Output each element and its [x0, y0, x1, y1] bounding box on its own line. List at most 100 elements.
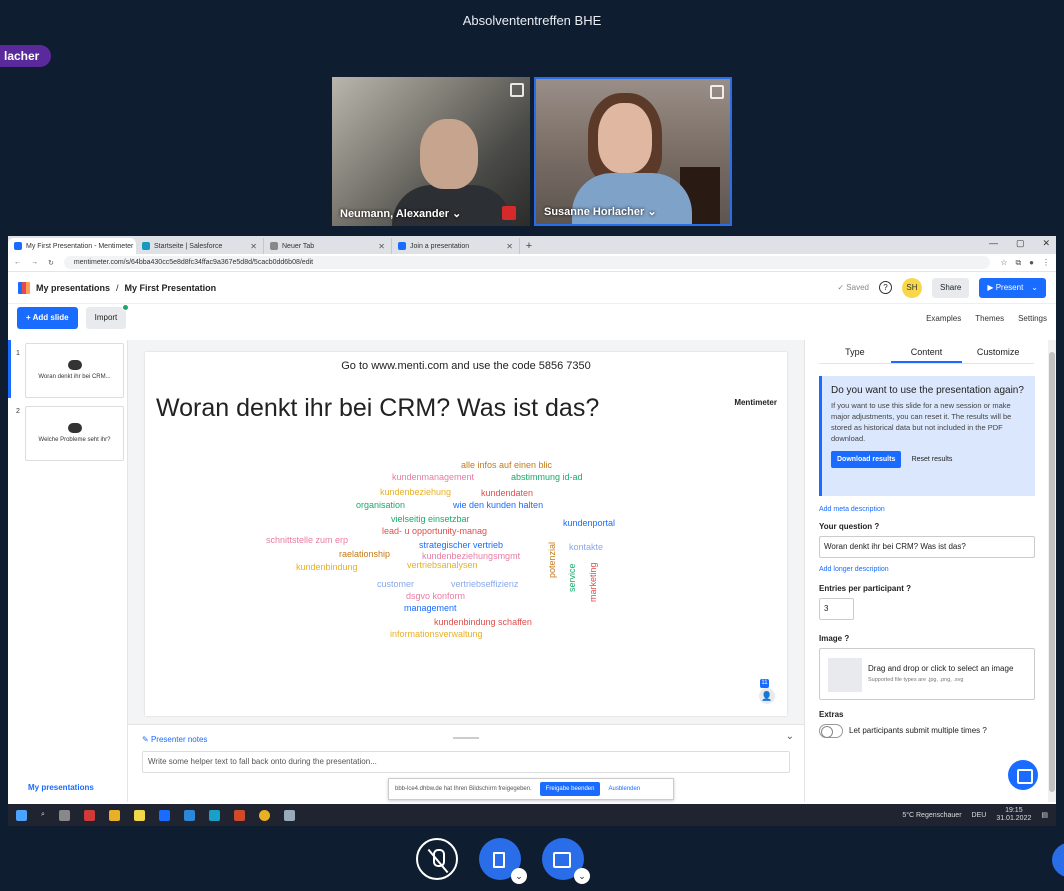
import-button[interactable]: Import [85, 304, 130, 329]
clock[interactable]: 19:15 31.01.2022 [996, 807, 1031, 823]
sticky-notes-icon[interactable] [133, 809, 145, 821]
settings-link[interactable]: Settings [1018, 314, 1047, 323]
examples-link[interactable]: Examples [926, 314, 961, 323]
question-input[interactable]: Woran denkt ihr bei CRM? Was ist das? [819, 536, 1035, 558]
slide-thumbnail[interactable]: Woran denkt ihr bei CRM... [25, 343, 124, 398]
stop-share-button[interactable]: Freigabe beenden [539, 782, 601, 796]
notes-input[interactable]: Write some helper text to fall back onto… [142, 751, 790, 773]
presenter-notes-label[interactable]: ✎ Presenter notes [142, 735, 207, 744]
tab-customize[interactable]: Customize [962, 340, 1034, 363]
outlook-icon[interactable] [158, 809, 170, 821]
close-tab-icon[interactable]: ✕ [506, 242, 513, 251]
close-window-icon[interactable]: ✕ [1042, 238, 1050, 249]
extension-icons: ☆ ⧉ ● ⋮ [1000, 258, 1050, 268]
slide-thumbnail[interactable]: Welche Probleme seht ihr? [25, 406, 124, 461]
help-icon[interactable]: ? [878, 281, 892, 294]
page-title[interactable]: My First Presentation [125, 283, 217, 293]
video-tile-horlacher[interactable]: Susanne Horlacher ⌄ [534, 77, 732, 226]
fullscreen-icon[interactable] [710, 85, 724, 99]
chat-support-icon[interactable] [1008, 760, 1038, 790]
close-tab-icon[interactable]: ✕ [250, 242, 257, 251]
themes-link[interactable]: Themes [975, 314, 1004, 323]
wordcloud-word: schnittstelle zum erp [266, 535, 349, 545]
chrome-icon[interactable] [258, 809, 270, 821]
add-slide-button[interactable]: + Add slide [17, 307, 78, 329]
add-longer-description-link[interactable]: Add longer description [819, 566, 889, 573]
participant-name[interactable]: Neumann, Alexander ⌄ [340, 207, 461, 220]
url-field[interactable]: mentimeter.com/s/64bba430cc5e8d8fc34ffac… [63, 256, 991, 269]
drag-handle[interactable] [453, 737, 479, 739]
info-text: If you want to use this slide for a new … [831, 401, 1012, 443]
weather-text[interactable]: 5°C Regenschauer [902, 812, 961, 819]
add-meta-description-link[interactable]: Add meta description [819, 506, 885, 513]
share-button[interactable]: Share [931, 277, 970, 298]
slide-preview[interactable]: Go to www.menti.com and use the code 585… [145, 352, 787, 716]
slide-number: 1 [16, 350, 20, 357]
scrollbar[interactable] [1048, 340, 1056, 802]
chevron-down-icon[interactable]: ⌄ [574, 868, 590, 884]
mentimeter-logo-icon[interactable] [18, 281, 30, 294]
presenter-badge[interactable]: lacher [0, 45, 52, 67]
participant-body [572, 173, 692, 224]
puzzle-icon[interactable]: ⧉ [1015, 258, 1021, 268]
app-icon[interactable] [283, 809, 295, 821]
wordcloud-word: customer [377, 579, 415, 589]
chevron-down-icon[interactable]: ⌄ [786, 731, 794, 742]
minimize-icon[interactable]: — [989, 238, 998, 249]
fullscreen-icon[interactable] [510, 83, 524, 97]
actions-button[interactable] [1052, 842, 1064, 878]
maximize-icon[interactable]: ▢ [1016, 238, 1025, 249]
app-icon[interactable] [183, 809, 195, 821]
powerpoint-icon[interactable] [233, 809, 245, 821]
scrollbar-thumb[interactable] [1049, 352, 1055, 792]
help-icon[interactable]: ? [874, 522, 879, 531]
help-icon[interactable]: ? [844, 634, 849, 643]
help-icon[interactable]: ? [906, 584, 911, 593]
browser-tab[interactable]: Neuer Tab ✕ [264, 238, 392, 254]
close-tab-icon[interactable]: ✕ [378, 242, 385, 251]
help-icon[interactable]: ? [982, 726, 986, 735]
app-icon[interactable] [83, 809, 95, 821]
chevron-down-icon[interactable]: ⌄ [511, 868, 527, 884]
reload-icon[interactable]: ↻ [48, 259, 54, 267]
tab-content[interactable]: Content [890, 340, 963, 363]
video-tile-neumann[interactable]: Neumann, Alexander ⌄ [332, 77, 530, 226]
my-presentations-link[interactable]: My presentations [28, 783, 94, 792]
wordcloud-word: strategischer vertrieb [419, 540, 504, 550]
windows-start-icon[interactable] [16, 809, 27, 821]
mentimeter-brand: Mentimeter [734, 398, 777, 407]
shared-screen: My First Presentation - Mentimeter✕ Star… [8, 236, 1056, 826]
search-icon[interactable]: ⌕ [41, 811, 45, 819]
reset-results-button[interactable]: Reset results [912, 456, 953, 463]
browser-tab[interactable]: Startseite | Salesforce ✕ [136, 238, 264, 254]
star-icon[interactable]: ☆ [1000, 258, 1007, 268]
download-results-button[interactable]: Download results [831, 451, 902, 468]
new-tab-button[interactable]: + [520, 238, 538, 254]
forward-icon[interactable]: → [31, 259, 38, 266]
back-icon[interactable]: ← [14, 259, 21, 266]
browser-tab[interactable]: My First Presentation - Mentimeter✕ [8, 238, 136, 254]
profile-icon[interactable]: ● [1029, 258, 1034, 268]
language-indicator[interactable]: DEU [972, 812, 987, 819]
notification-icon[interactable]: ▤ [1041, 811, 1048, 819]
participant-name[interactable]: Susanne Horlacher ⌄ [544, 205, 657, 218]
image-dropzone[interactable]: Drag and drop or click to select an imag… [819, 648, 1035, 700]
edge-icon[interactable] [208, 809, 220, 821]
multiple-submit-toggle[interactable] [819, 724, 843, 738]
hide-share-bar-link[interactable]: Ausblenden [608, 786, 640, 792]
wordcloud-word: vertriebseffizienz [451, 579, 519, 589]
menu-icon[interactable]: ⋮ [1042, 258, 1050, 268]
mute-microphone-button[interactable] [416, 838, 458, 880]
audio-button[interactable]: ⌄ [479, 838, 527, 884]
browser-tab[interactable]: Join a presentation ✕ [392, 238, 520, 254]
tab-type[interactable]: Type [819, 340, 891, 363]
chevron-down-icon[interactable]: ⌄ [1031, 278, 1038, 298]
breadcrumb-root[interactable]: My presentations [36, 283, 110, 293]
task-view-icon[interactable] [58, 809, 70, 821]
camera-button[interactable]: ⌄ [542, 838, 590, 884]
extras-option-label: Let participants submit multiple times ? [849, 726, 987, 735]
present-button[interactable]: ▶ Present ⌄ [979, 277, 1046, 298]
avatar[interactable]: SH [901, 277, 922, 298]
entries-input[interactable]: 3 [819, 598, 854, 620]
file-explorer-icon[interactable] [108, 809, 120, 821]
